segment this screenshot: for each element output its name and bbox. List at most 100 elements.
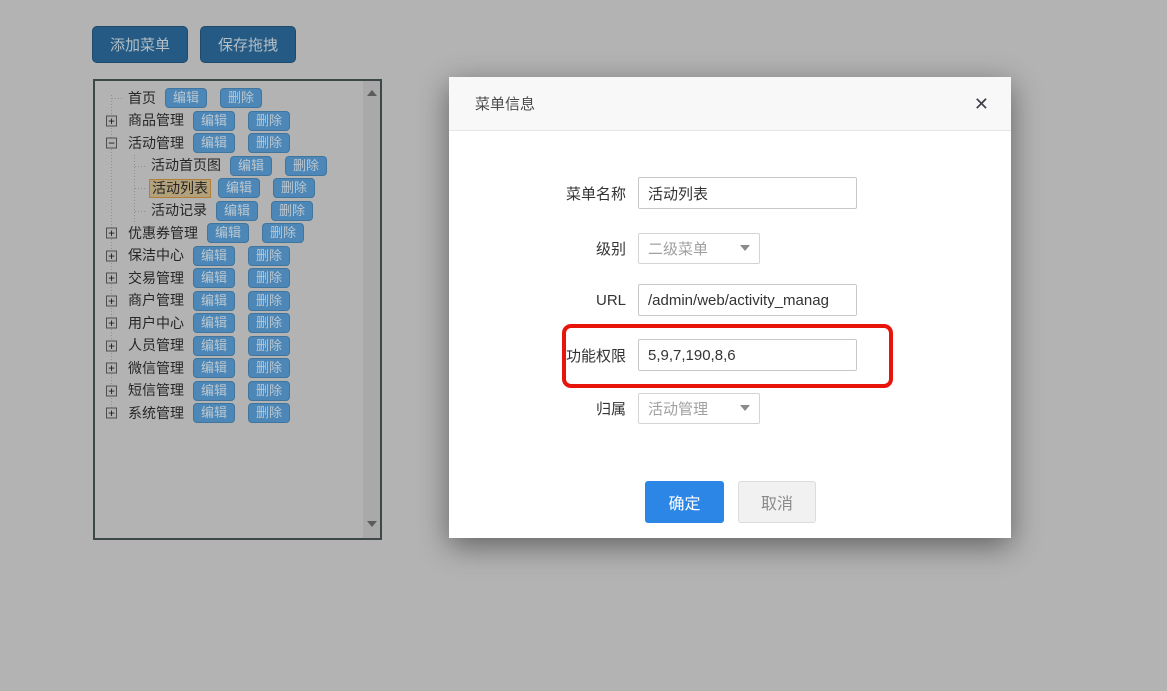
tree-node-label[interactable]: 保洁中心	[126, 247, 186, 264]
edit-button[interactable]: 编辑	[193, 381, 235, 401]
tree-node-label[interactable]: 商品管理	[126, 112, 186, 129]
tree-node-label[interactable]: 活动首页图	[149, 157, 223, 174]
edit-button[interactable]: 编辑	[216, 201, 258, 221]
tree-node-label[interactable]: 活动记录	[149, 202, 209, 219]
confirm-button[interactable]: 确定	[645, 481, 724, 523]
edit-button[interactable]: 编辑	[193, 336, 235, 356]
delete-button[interactable]: 删除	[248, 111, 290, 131]
edit-button[interactable]: 编辑	[193, 313, 235, 333]
menu-info-dialog: 菜单信息 ✕ 菜单名称 级别 二级菜单 URL 功能权限 归属 活动管理 确定 …	[449, 77, 1011, 538]
expand-icon[interactable]: +	[106, 295, 117, 306]
tree-scrollbar[interactable]	[363, 81, 380, 538]
edit-button[interactable]: 编辑	[207, 223, 249, 243]
delete-button[interactable]: 删除	[248, 268, 290, 288]
tree-node: + 用户中心编辑删除	[95, 312, 363, 335]
delete-button[interactable]: 删除	[248, 403, 290, 423]
delete-button[interactable]: 删除	[262, 223, 304, 243]
edit-button[interactable]: 编辑	[230, 156, 272, 176]
tree-node-label[interactable]: 微信管理	[126, 360, 186, 377]
delete-button[interactable]: 删除	[248, 358, 290, 378]
tree-node: + 优惠券管理编辑删除	[95, 222, 363, 245]
edit-button[interactable]: 编辑	[193, 111, 235, 131]
delete-button[interactable]: 删除	[220, 88, 262, 108]
tree-node: 活动列表编辑删除	[95, 177, 363, 200]
delete-button[interactable]: 删除	[248, 381, 290, 401]
delete-button[interactable]: 删除	[271, 201, 313, 221]
tree-node-label[interactable]: 用户中心	[126, 315, 186, 332]
edit-button[interactable]: 编辑	[218, 178, 260, 198]
tree-node-label[interactable]: 首页	[126, 90, 158, 107]
edit-button[interactable]: 编辑	[193, 268, 235, 288]
tree-node: + 人员管理编辑删除	[95, 335, 363, 358]
tree-connector-line	[112, 98, 124, 99]
tree-node: + 微信管理编辑删除	[95, 357, 363, 380]
scroll-up-icon[interactable]	[367, 90, 377, 96]
tree-node-label[interactable]: 活动管理	[126, 135, 186, 152]
add-menu-button[interactable]: 添加菜单	[92, 26, 188, 63]
delete-button[interactable]: 删除	[248, 336, 290, 356]
edit-button[interactable]: 编辑	[193, 133, 235, 153]
tree-node: 活动首页图编辑删除	[95, 155, 363, 178]
permissions-label: 功能权限	[449, 345, 638, 366]
tree-node-label[interactable]: 商户管理	[126, 292, 186, 309]
tree-node: + 商品管理编辑删除	[95, 110, 363, 133]
tree-connector-line	[135, 166, 147, 167]
expand-icon[interactable]: +	[106, 408, 117, 419]
level-select[interactable]: 二级菜单	[638, 233, 760, 264]
tree-node: + 交易管理编辑删除	[95, 267, 363, 290]
tree-node-label[interactable]: 短信管理	[126, 382, 186, 399]
delete-button[interactable]: 删除	[248, 313, 290, 333]
edit-button[interactable]: 编辑	[193, 403, 235, 423]
delete-button[interactable]: 删除	[248, 133, 290, 153]
expand-icon[interactable]: +	[106, 363, 117, 374]
menu-name-label: 菜单名称	[449, 183, 638, 204]
tree-node: + 短信管理编辑删除	[95, 380, 363, 403]
tree-node-label[interactable]: 人员管理	[126, 337, 186, 354]
menu-name-input[interactable]	[638, 177, 857, 209]
tree-connector-line	[135, 188, 147, 189]
delete-button[interactable]: 删除	[248, 291, 290, 311]
url-input[interactable]	[638, 284, 857, 316]
menu-tree-panel: 首页编辑删除+商品管理编辑删除−活动管理编辑删除活动首页图编辑删除活动列表编辑删…	[93, 79, 382, 540]
dialog-title: 菜单信息	[475, 93, 535, 114]
parent-row: 归属 活动管理	[449, 392, 760, 424]
expand-icon[interactable]: +	[106, 115, 117, 126]
tree-node-label[interactable]: 优惠券管理	[126, 225, 200, 242]
close-icon[interactable]: ✕	[974, 95, 989, 113]
tree-node-label[interactable]: 交易管理	[126, 270, 186, 287]
tree-node: −活动管理编辑删除	[95, 132, 363, 155]
tree-connector-line	[135, 211, 147, 212]
expand-icon[interactable]: +	[106, 273, 117, 284]
tree-node-label[interactable]: 活动列表	[149, 179, 211, 198]
delete-button[interactable]: 删除	[248, 246, 290, 266]
expand-icon[interactable]: +	[106, 228, 117, 239]
level-row: 级别 二级菜单	[449, 232, 760, 264]
delete-button[interactable]: 删除	[285, 156, 327, 176]
collapse-icon[interactable]: −	[106, 138, 117, 149]
expand-icon[interactable]: +	[106, 385, 117, 396]
menu-tree: 首页编辑删除+商品管理编辑删除−活动管理编辑删除活动首页图编辑删除活动列表编辑删…	[95, 87, 363, 538]
edit-button[interactable]: 编辑	[193, 358, 235, 378]
expand-icon[interactable]: +	[106, 340, 117, 351]
permissions-input[interactable]	[638, 339, 857, 371]
tree-node: 首页编辑删除	[95, 87, 363, 110]
edit-button[interactable]: 编辑	[165, 88, 207, 108]
dropdown-arrow-icon	[740, 245, 750, 251]
permissions-row: 功能权限	[449, 339, 857, 371]
url-label: URL	[449, 292, 638, 309]
cancel-button[interactable]: 取消	[738, 481, 816, 523]
tree-node: + 保洁中心编辑删除	[95, 245, 363, 268]
tree-node-label[interactable]: 系统管理	[126, 405, 186, 422]
parent-label: 归属	[449, 398, 638, 419]
save-drag-button[interactable]: 保存拖拽	[200, 26, 296, 63]
edit-button[interactable]: 编辑	[193, 246, 235, 266]
expand-icon[interactable]: +	[106, 250, 117, 261]
menu-name-row: 菜单名称	[449, 177, 857, 209]
scroll-down-icon[interactable]	[367, 521, 377, 527]
delete-button[interactable]: 删除	[273, 178, 315, 198]
parent-select[interactable]: 活动管理	[638, 393, 760, 424]
dropdown-arrow-icon	[740, 405, 750, 411]
edit-button[interactable]: 编辑	[193, 291, 235, 311]
dialog-header: 菜单信息 ✕	[449, 77, 1011, 131]
expand-icon[interactable]: +	[106, 318, 117, 329]
